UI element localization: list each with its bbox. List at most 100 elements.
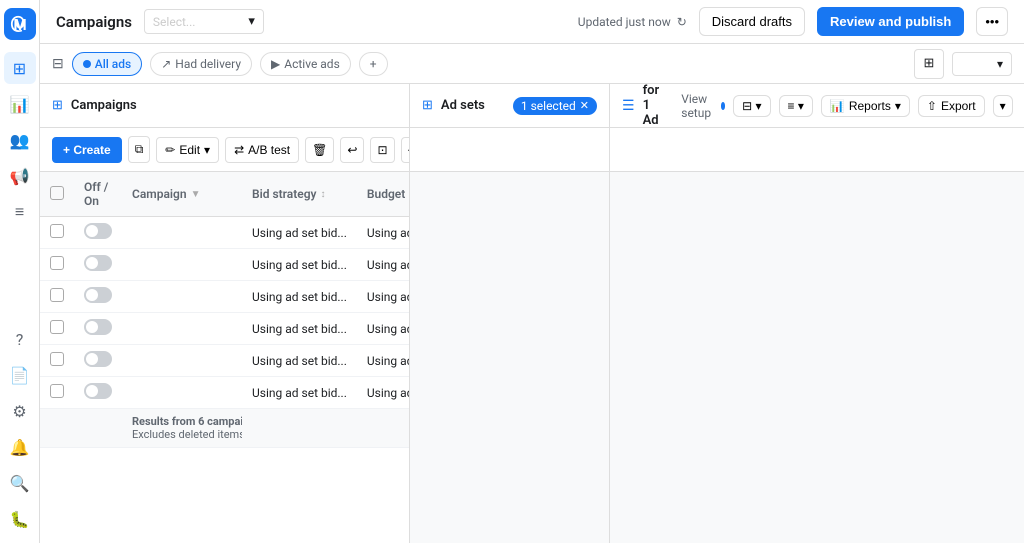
- row-toggle[interactable]: [74, 377, 122, 409]
- filter-icon[interactable]: ⊟: [52, 56, 64, 72]
- content-area: ⊞ Campaigns + Create ⧉ ✏ Edit ▾ ⇄ A/B te…: [40, 84, 1024, 543]
- row-checkbox[interactable]: [40, 217, 74, 249]
- summary-checkbox: [40, 409, 74, 448]
- bid-strategy-header[interactable]: Bid strategy ↕: [242, 172, 357, 217]
- checkbox-header[interactable]: [40, 172, 74, 217]
- delete-button[interactable]: 🗑: [305, 137, 334, 163]
- row-checkbox[interactable]: [40, 377, 74, 409]
- active-ads-filter[interactable]: ▶ Active ads: [260, 52, 351, 76]
- row-checkbox[interactable]: [40, 313, 74, 345]
- more-options-button[interactable]: •••: [976, 7, 1008, 36]
- sidebar: M ⊞ 📊 👥 📢 ≡ ? 📄 ⚙ 🔔 🔍 🐛: [0, 0, 40, 543]
- budget-label: Budget: [367, 187, 405, 201]
- update-status: Updated just now ↻: [578, 15, 687, 29]
- row-campaign: [122, 281, 242, 313]
- archive-button[interactable]: ⊡: [370, 137, 394, 163]
- filter-bar: ⊟ All ads ↗ Had delivery ▶ Active ads + …: [40, 44, 1024, 84]
- add-filter-button[interactable]: +: [359, 52, 388, 76]
- sidebar-icon-bug[interactable]: 🐛: [4, 503, 36, 535]
- row-checkbox[interactable]: [40, 249, 74, 281]
- bid-strategy-label: Bid strategy: [252, 187, 317, 201]
- view-setup-label: View setup: [681, 92, 714, 120]
- page-title: Campaigns: [56, 13, 132, 31]
- ab-test-button[interactable]: ⇄ A/B test: [225, 137, 299, 163]
- campaigns-panel-title: Campaigns: [71, 98, 137, 113]
- undo-button[interactable]: ↩: [340, 137, 364, 163]
- ads-panel: ☰ Ads for 1 Ad set View setup ⊟ ▾ ≡ ▾ 📊 …: [610, 84, 1024, 543]
- view-dropdown[interactable]: ▾: [952, 52, 1012, 76]
- review-publish-button[interactable]: Review and publish: [817, 7, 964, 36]
- summary-label: Results from 6 campaigns ℹ Excludes dele…: [122, 409, 242, 448]
- reports-button[interactable]: 📊 Reports ▾: [821, 95, 910, 117]
- ads-table-container[interactable]: [610, 172, 1024, 543]
- row-checkbox[interactable]: [40, 345, 74, 377]
- row-toggle[interactable]: [74, 217, 122, 249]
- summary-row: Results from 6 campaigns ℹ Excludes dele…: [40, 409, 409, 448]
- sidebar-icon-layers[interactable]: ≡: [4, 196, 36, 228]
- column-settings-button[interactable]: ⊞: [914, 49, 944, 79]
- export-label: Export: [941, 99, 976, 113]
- row-checkbox[interactable]: [40, 281, 74, 313]
- campaigns-table: Off /On Campaign ▼ Bid strategy: [40, 172, 409, 448]
- sidebar-icon-bell[interactable]: 🔔: [4, 431, 36, 463]
- create-button[interactable]: + Create: [52, 137, 122, 163]
- all-ads-label: All ads: [95, 57, 131, 71]
- view-setup-dot: [721, 102, 726, 110]
- table-row[interactable]: Using ad set bid... Using ad set bu... 7…: [40, 345, 409, 377]
- sidebar-icon-users[interactable]: 👥: [4, 124, 36, 156]
- row-campaign: [122, 377, 242, 409]
- campaign-dropdown[interactable]: Select... ▾: [144, 9, 264, 34]
- duplicate-button[interactable]: ⧉: [128, 136, 151, 163]
- meta-logo[interactable]: M: [4, 8, 36, 40]
- table-row[interactable]: Using ad set bid... Using ad set bu... 7…: [40, 217, 409, 249]
- all-ads-filter[interactable]: All ads: [72, 52, 142, 76]
- sidebar-icon-question[interactable]: ?: [4, 323, 36, 355]
- campaign-col-label: Campaign: [132, 187, 187, 201]
- row-budget: Using ad set bu...: [357, 313, 409, 345]
- table-row[interactable]: Using ad set bid... Using ad set bu... 7…: [40, 249, 409, 281]
- row-toggle[interactable]: [74, 345, 122, 377]
- row-toggle[interactable]: [74, 313, 122, 345]
- topbar: Campaigns Select... ▾ Updated just now ↻…: [40, 0, 1024, 44]
- refresh-icon[interactable]: ↻: [677, 15, 687, 29]
- adsets-table-container[interactable]: [410, 172, 609, 543]
- row-toggle[interactable]: [74, 249, 122, 281]
- sidebar-icon-file[interactable]: 📄: [4, 359, 36, 391]
- edit-chevron: ▾: [204, 143, 210, 157]
- sidebar-icon-megaphone[interactable]: 📢: [4, 160, 36, 192]
- edit-button[interactable]: ✏ Edit ▾: [156, 137, 219, 163]
- view-setup-control[interactable]: View setup: [681, 92, 725, 120]
- sort-arrow-icon: ▼: [191, 189, 201, 200]
- had-delivery-filter[interactable]: ↗ Had delivery: [150, 52, 252, 76]
- row-layout-button[interactable]: ≡ ▾: [779, 95, 813, 117]
- row-budget: Using ad set bu...: [357, 377, 409, 409]
- summary-budget: [357, 409, 409, 448]
- table-row[interactable]: Using ad set bid... Using ad set bu... 7…: [40, 281, 409, 313]
- active-ads-icon: ▶: [271, 57, 280, 71]
- budget-header[interactable]: Budget ↕: [357, 172, 409, 217]
- badge-close-button[interactable]: ✕: [580, 99, 589, 112]
- export-button[interactable]: ⇧ Export: [918, 95, 985, 117]
- table-row[interactable]: Using ad set bid... Using ad set bu... 7…: [40, 313, 409, 345]
- row-campaign: [122, 313, 242, 345]
- bid-sort-icon: ↕: [321, 189, 326, 200]
- plus-icon: +: [370, 57, 377, 71]
- campaign-header[interactable]: Campaign ▼: [122, 172, 242, 217]
- off-on-label: Off /On: [84, 180, 108, 208]
- adsets-panel: ⊞ Ad sets 1 selected ✕: [410, 84, 610, 543]
- toggle-header: Off /On: [74, 172, 122, 217]
- sidebar-icon-search[interactable]: 🔍: [4, 467, 36, 499]
- adsets-panel-icon: ⊞: [422, 98, 433, 113]
- move-button[interactable]: ⇥: [401, 137, 410, 163]
- table-row[interactable]: Using ad set bid... Using ad set bu... 7…: [40, 377, 409, 409]
- export-more-button[interactable]: ▾: [993, 95, 1013, 117]
- row-toggle[interactable]: [74, 281, 122, 313]
- updated-text: Updated just now: [578, 15, 671, 29]
- discard-drafts-button[interactable]: Discard drafts: [699, 7, 805, 36]
- sidebar-icon-grid[interactable]: ⊞: [4, 52, 36, 84]
- campaigns-table-container[interactable]: Off /On Campaign ▼ Bid strategy: [40, 172, 409, 543]
- row-bid-strategy: Using ad set bid...: [242, 281, 357, 313]
- sidebar-icon-chart[interactable]: 📊: [4, 88, 36, 120]
- sidebar-icon-gear[interactable]: ⚙: [4, 395, 36, 427]
- column-layout-button[interactable]: ⊟ ▾: [733, 95, 770, 117]
